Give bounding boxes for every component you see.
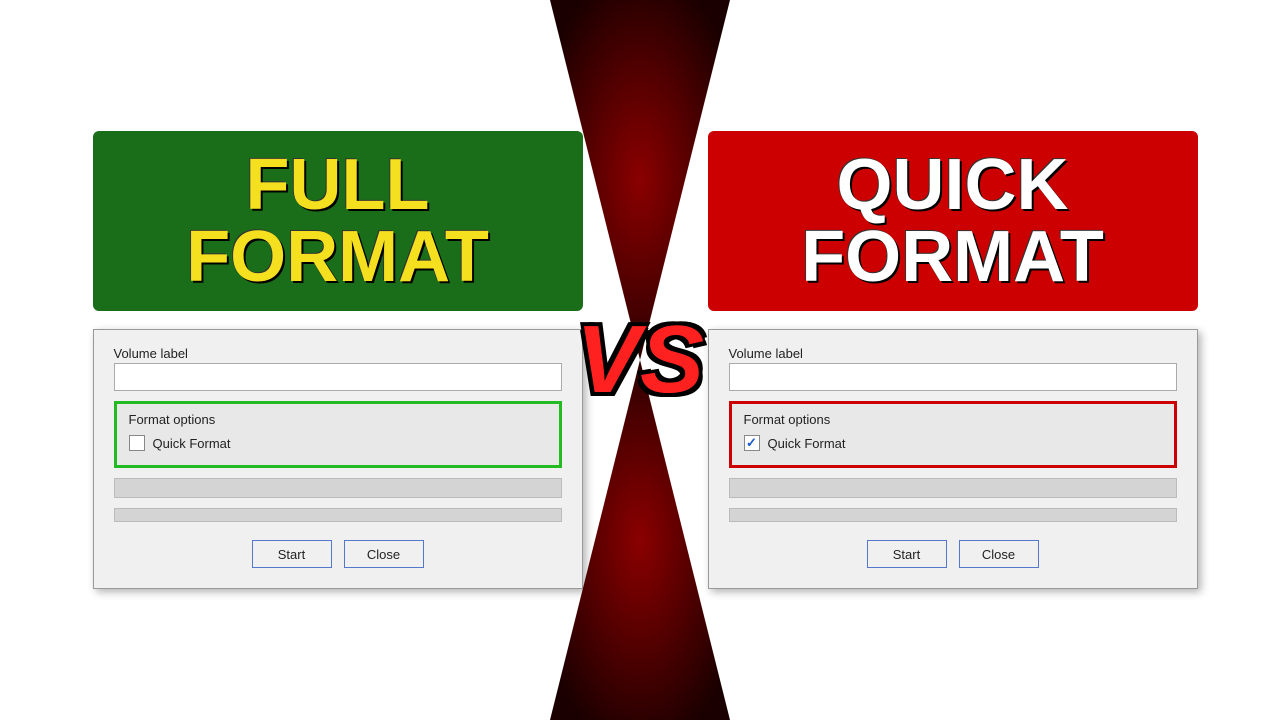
left-progress-bar: [114, 478, 562, 498]
right-format-options-box: Format options Quick Format: [729, 401, 1177, 468]
right-progress-bar: [729, 478, 1177, 498]
right-volume-label: Volume label: [729, 346, 1177, 361]
right-title-text: QUICK FORMAT: [801, 149, 1104, 293]
left-title-banner: FULL FORMAT: [93, 131, 583, 311]
center-divider: VS: [550, 0, 730, 720]
left-dialog: Volume label Format options Quick Format…: [93, 329, 583, 589]
right-title-banner: QUICK FORMAT: [708, 131, 1198, 311]
left-volume-input[interactable]: [114, 363, 562, 391]
right-volume-input[interactable]: [729, 363, 1177, 391]
right-dialog: Volume label Format options Quick Format…: [708, 329, 1198, 589]
right-start-button[interactable]: Start: [867, 540, 947, 568]
vs-text: VS: [576, 312, 704, 408]
right-checkbox-row: Quick Format: [744, 435, 1162, 451]
main-container: FULL FORMAT Volume label Format options …: [0, 0, 1280, 720]
left-start-button[interactable]: Start: [252, 540, 332, 568]
left-format-options-label: Format options: [129, 412, 547, 427]
right-dialog-buttons: Start Close: [729, 540, 1177, 568]
left-close-button[interactable]: Close: [344, 540, 424, 568]
left-quick-format-checkbox[interactable]: [129, 435, 145, 451]
left-status-bar: [114, 508, 562, 522]
left-checkbox-row: Quick Format: [129, 435, 547, 451]
left-volume-label: Volume label: [114, 346, 562, 361]
right-panel: QUICK FORMAT Volume label Format options…: [708, 131, 1198, 589]
right-quick-format-checkbox[interactable]: [744, 435, 760, 451]
right-format-options-label: Format options: [744, 412, 1162, 427]
right-quick-format-label: Quick Format: [768, 436, 846, 451]
left-title-text: FULL FORMAT: [186, 149, 489, 293]
left-format-options-box: Format options Quick Format: [114, 401, 562, 468]
right-close-button[interactable]: Close: [959, 540, 1039, 568]
left-dialog-buttons: Start Close: [114, 540, 562, 568]
left-panel: FULL FORMAT Volume label Format options …: [93, 131, 583, 589]
right-status-bar: [729, 508, 1177, 522]
left-quick-format-label: Quick Format: [153, 436, 231, 451]
